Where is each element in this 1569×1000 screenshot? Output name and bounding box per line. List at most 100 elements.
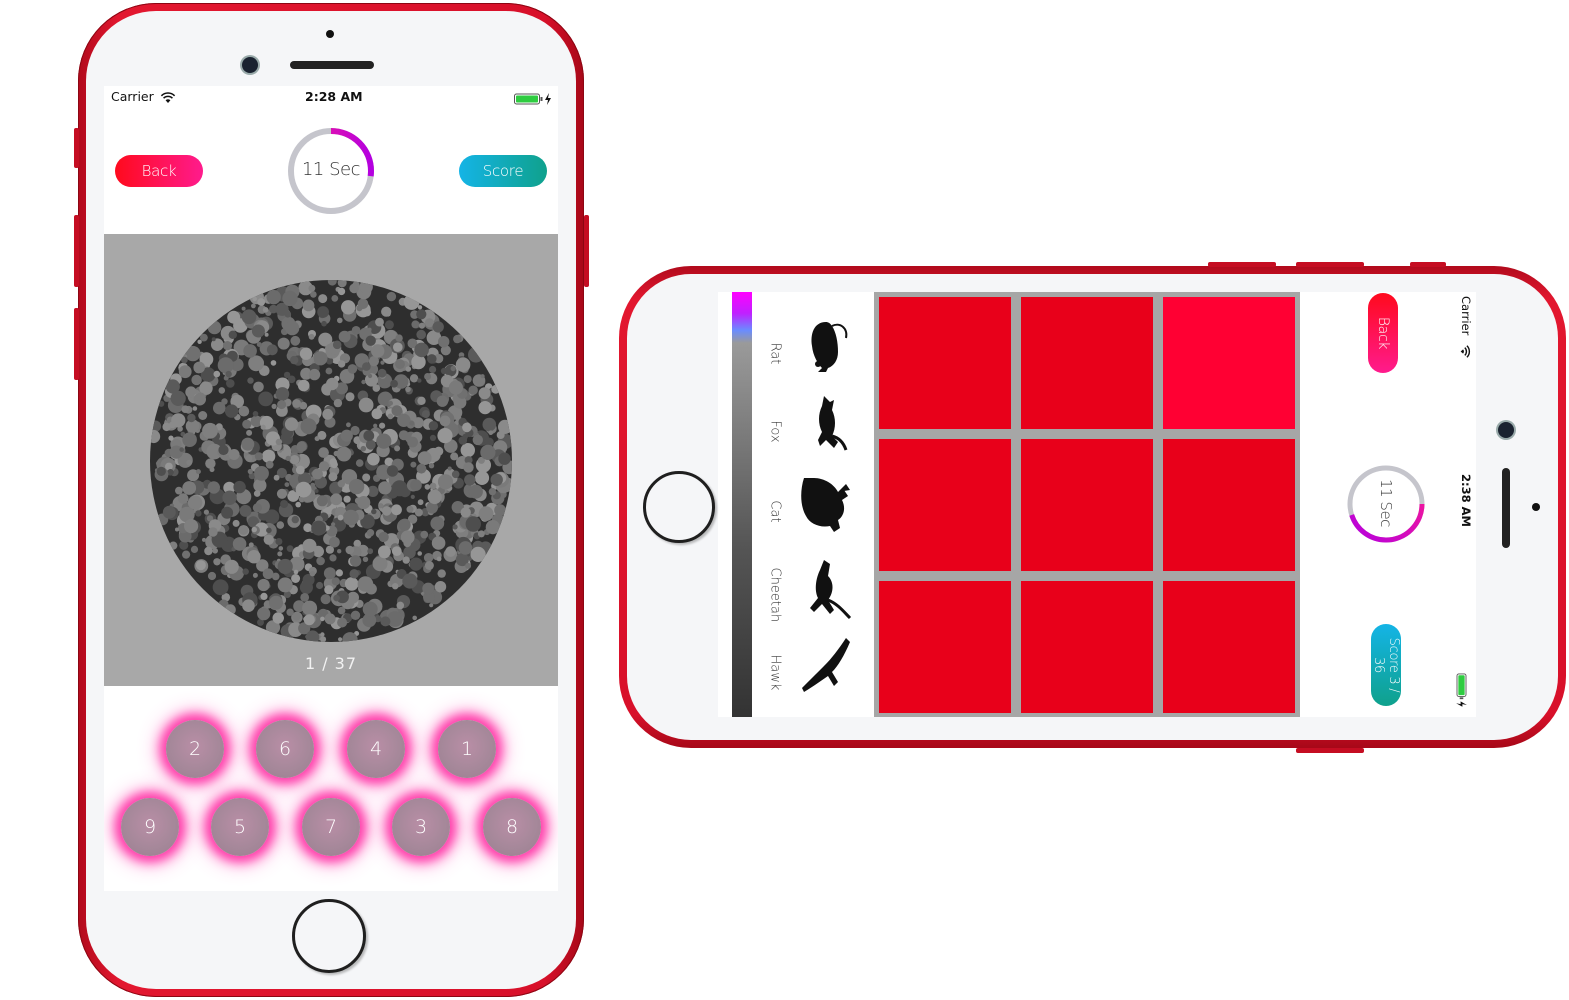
plate-dot — [310, 482, 316, 488]
grid-tile[interactable] — [1163, 297, 1295, 429]
plate-dot — [225, 370, 232, 378]
portrait-screen: Carrier 2:28 AM Back Score 11 Sec 1 / 37… — [104, 86, 558, 891]
plate-dot — [488, 430, 494, 435]
grid-tile[interactable] — [879, 439, 1011, 571]
plate-dot — [241, 437, 255, 451]
plate-dot — [195, 510, 202, 517]
number-button-4[interactable]: 4 — [347, 720, 405, 778]
grid-tile[interactable] — [1021, 439, 1153, 571]
plate-dot — [343, 495, 351, 503]
plate-dot — [248, 542, 254, 548]
plate-dot — [171, 413, 186, 428]
plate-dot — [211, 337, 216, 342]
plate-dot — [252, 503, 262, 513]
plate-dot — [184, 519, 199, 534]
back-button[interactable]: Back — [115, 155, 203, 187]
plate-dot — [314, 436, 320, 442]
grid-tile[interactable] — [879, 297, 1011, 429]
number-button-3[interactable]: 3 — [392, 798, 450, 856]
plate-dot — [309, 571, 316, 577]
number-button-1[interactable]: 1 — [438, 720, 496, 778]
plate-dot — [434, 581, 447, 593]
plate-dot — [331, 577, 340, 586]
plate-dot — [272, 612, 284, 624]
landscape-home-button[interactable] — [643, 471, 715, 543]
plate-dot — [224, 559, 239, 574]
plate-dot — [204, 546, 213, 556]
grid-tile[interactable] — [1163, 581, 1295, 713]
plate-dot — [275, 438, 283, 446]
status-time: 2:28 AM — [305, 89, 363, 104]
plate-dot — [387, 413, 394, 420]
portrait-home-button[interactable] — [292, 899, 366, 973]
plate-dot — [286, 608, 294, 616]
landscape-proximity-sensor — [1532, 503, 1540, 511]
plate-dot — [343, 509, 359, 526]
animal-legend: Rat Fox Cat Cheetah Hawk — [758, 310, 888, 710]
plate-dot — [416, 329, 427, 340]
number-button-9[interactable]: 9 — [121, 798, 179, 856]
plate-dot — [417, 378, 422, 383]
number-button-2[interactable]: 2 — [166, 720, 224, 778]
plate-dot — [284, 482, 290, 487]
plate-dot — [391, 546, 402, 556]
plate-dot — [367, 452, 380, 466]
plate-dot — [325, 367, 333, 375]
grid-tile[interactable] — [1021, 581, 1153, 713]
plate-dot — [175, 527, 179, 532]
plate-dot — [320, 616, 325, 622]
plate-dot — [488, 487, 497, 496]
plate-dot — [360, 445, 367, 452]
plate-dot — [375, 317, 384, 327]
plate-dot — [328, 472, 338, 482]
hawk-icon — [802, 638, 850, 692]
number-button-6[interactable]: 6 — [256, 720, 314, 778]
earpiece-speaker — [290, 61, 374, 69]
plate-dot — [227, 310, 241, 324]
plate-dot — [299, 401, 308, 410]
plate-dot — [247, 377, 254, 384]
plate-dot — [480, 374, 485, 379]
plate-dot — [377, 368, 387, 378]
plate-dot — [451, 470, 460, 479]
number-button-5[interactable]: 5 — [211, 798, 269, 856]
plate-dot — [445, 546, 456, 557]
plate-dot — [477, 530, 485, 538]
plate-dot — [285, 455, 291, 461]
plate-dot — [326, 377, 339, 391]
landscape-front-camera — [1498, 422, 1514, 438]
plate-dot — [362, 473, 371, 482]
number-button-8[interactable]: 8 — [483, 798, 541, 856]
plate-dot — [365, 335, 376, 346]
plate-dot — [258, 391, 274, 407]
grid-tile[interactable] — [1021, 297, 1153, 429]
plate-dot — [378, 503, 384, 509]
plate-dot — [314, 489, 319, 493]
plate-dot — [213, 558, 221, 566]
plate-dot — [332, 340, 342, 350]
landscape-back-button[interactable]: Back — [1368, 293, 1398, 373]
score-button[interactable]: Score — [459, 155, 547, 187]
plate-dot — [347, 364, 358, 374]
number-button-7[interactable]: 7 — [302, 798, 360, 856]
plate-dot — [409, 557, 423, 571]
plate-dot — [448, 380, 463, 395]
grid-tile[interactable] — [1163, 439, 1295, 571]
plate-dot — [378, 531, 389, 543]
plate-dot — [337, 514, 344, 521]
plate-dot — [341, 300, 356, 315]
landscape-score-button[interactable]: Score 3 / 36 — [1371, 624, 1401, 706]
plate-dot — [241, 309, 257, 325]
plate-dot — [304, 460, 310, 466]
plate-dot — [349, 283, 359, 294]
plate-dot — [252, 296, 257, 302]
cheetah-icon — [810, 560, 852, 620]
plate-dot — [437, 428, 453, 444]
plate-dot — [179, 447, 184, 452]
volume-up-button — [74, 215, 79, 287]
landscape-timer-label: 11 Sec — [1377, 479, 1395, 527]
grid-tile[interactable] — [879, 581, 1011, 713]
plate-dot — [313, 351, 328, 366]
plate-dot — [347, 591, 359, 604]
plate-dot — [324, 585, 334, 595]
